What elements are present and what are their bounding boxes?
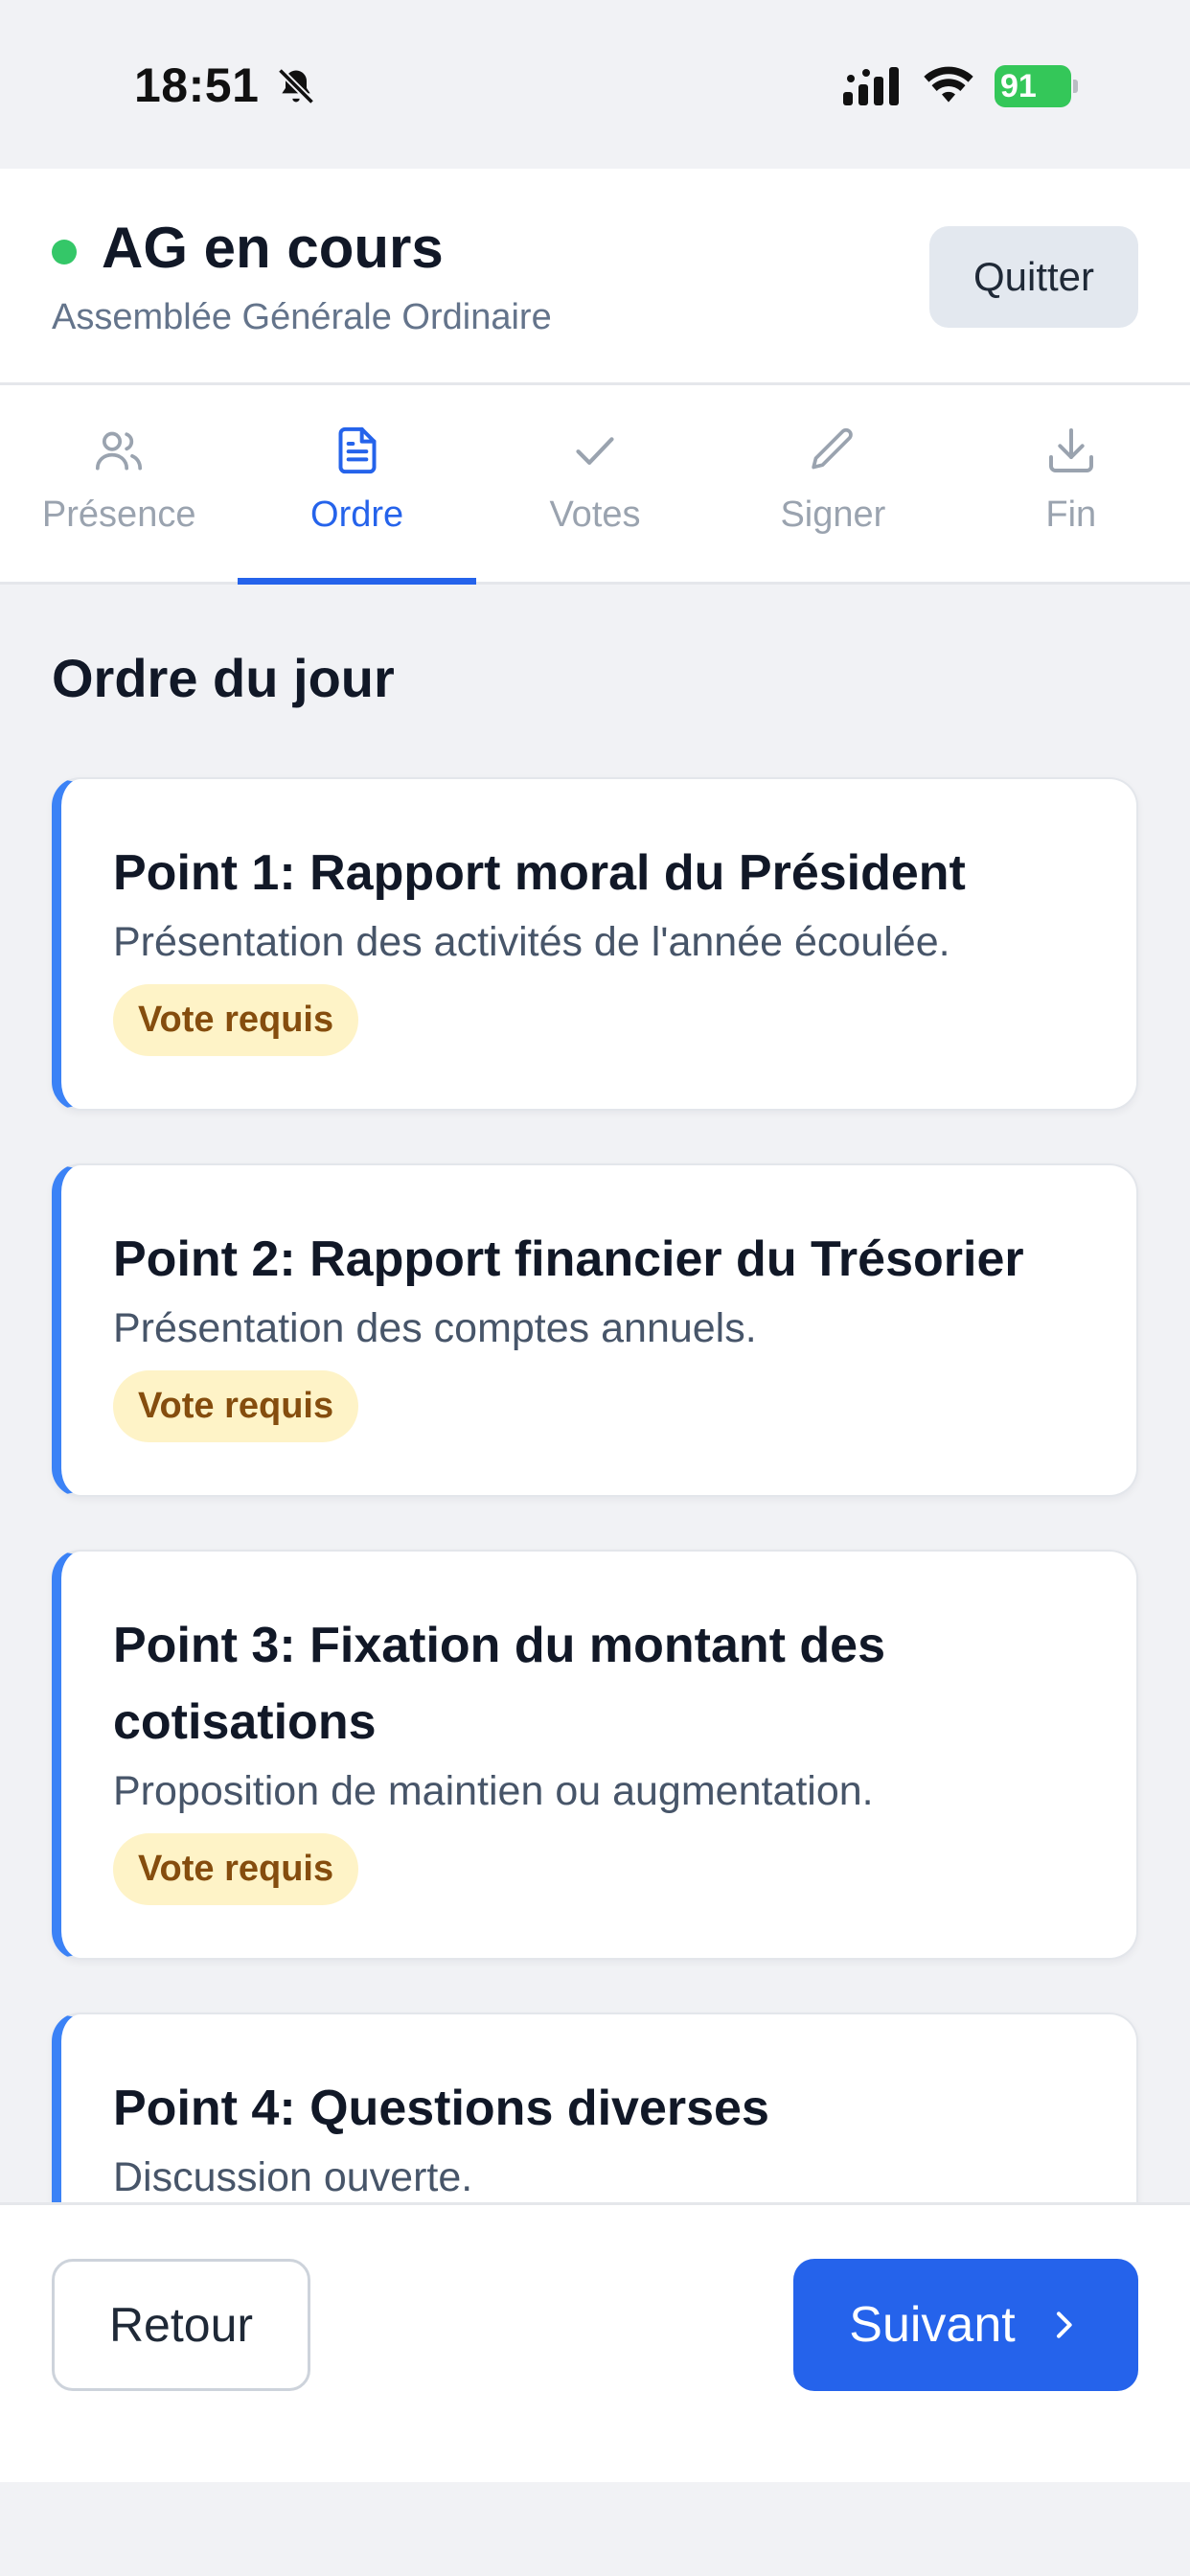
check-icon [576,437,614,465]
document-icon [338,426,377,474]
next-button[interactable]: Suivant [793,2259,1138,2391]
agenda-item-4[interactable]: Point 4: Questions diverses Discussion o… [52,2012,1138,2202]
status-time: 18:51 [134,58,260,112]
agenda-item-title: Point 4: Questions diverses [113,2081,769,2136]
agenda-item-1[interactable]: Point 1: Rapport moral du Président Prés… [52,777,1138,1111]
pencil-icon [812,427,854,470]
tab-fin[interactable]: Fin [952,385,1190,582]
download-icon [1048,428,1093,472]
footer-navigation: Retour Suivant [0,2202,1190,2482]
agenda-item-title: Point 1: Rapport moral du Président [113,845,966,901]
vote-required-badge: Vote requis [113,1833,359,1905]
tab-label: Présence [41,494,196,535]
vote-required-badge: Vote requis [113,1370,359,1442]
users-icon [96,431,143,471]
back-button[interactable]: Retour [52,2259,310,2391]
signal-icon [843,67,899,105]
agenda-item-2[interactable]: Point 2: Rapport financier du Trésorier … [52,1163,1138,1497]
tab-label: Signer [780,494,886,535]
page-subtitle: Assemblée Générale Ordinaire [52,297,552,337]
tab-votes[interactable]: Votes [476,385,714,582]
live-status-dot [52,240,77,264]
step-tabs: Présence Ordre Votes Signer Fin [0,385,1190,585]
wifi-icon [924,66,973,103]
agenda-item-description: Présentation des activités de l'année éc… [113,919,950,965]
tab-presence[interactable]: Présence [0,385,238,582]
tab-label: Votes [549,494,641,535]
app-screen: 18:51 91 AG en cours Assemblée Générale … [0,0,1190,2576]
agenda-item-3[interactable]: Point 3: Fixation du montant des cotisat… [52,1550,1138,1960]
quit-button[interactable]: Quitter [929,226,1138,328]
chevron-right-icon [1056,2312,1072,2338]
status-bar: 18:51 91 [0,0,1190,169]
battery-level: 91 [1000,67,1037,104]
battery-icon: 91 [995,65,1078,107]
agenda-item-title: Point 3: Fixation du montant des cotisat… [113,1618,885,1750]
tab-label: Ordre [310,494,404,535]
agenda-item-description: Discussion ouverte. [113,2154,473,2200]
agenda-item-title: Point 2: Rapport financier du Trésorier [113,1231,1024,1287]
page-title: AG en cours [102,216,444,280]
meeting-header: AG en cours Assemblée Générale Ordinaire… [0,169,1190,385]
tab-ordre[interactable]: Ordre [238,385,477,585]
home-indicator-area [0,2482,1190,2576]
agenda-content[interactable]: Ordre du jour Point 1: Rapport moral du … [0,587,1190,2202]
vote-required-badge: Vote requis [113,984,359,1056]
agenda-item-description: Présentation des comptes annuels. [113,1305,757,1351]
bell-slash-icon [277,67,315,105]
tab-signer[interactable]: Signer [714,385,951,582]
section-title: Ordre du jour [52,648,395,708]
agenda-item-description: Proposition de maintien ou augmentation. [113,1768,874,1814]
tab-label: Fin [1045,494,1097,535]
next-button-label: Suivant [849,2297,1016,2353]
